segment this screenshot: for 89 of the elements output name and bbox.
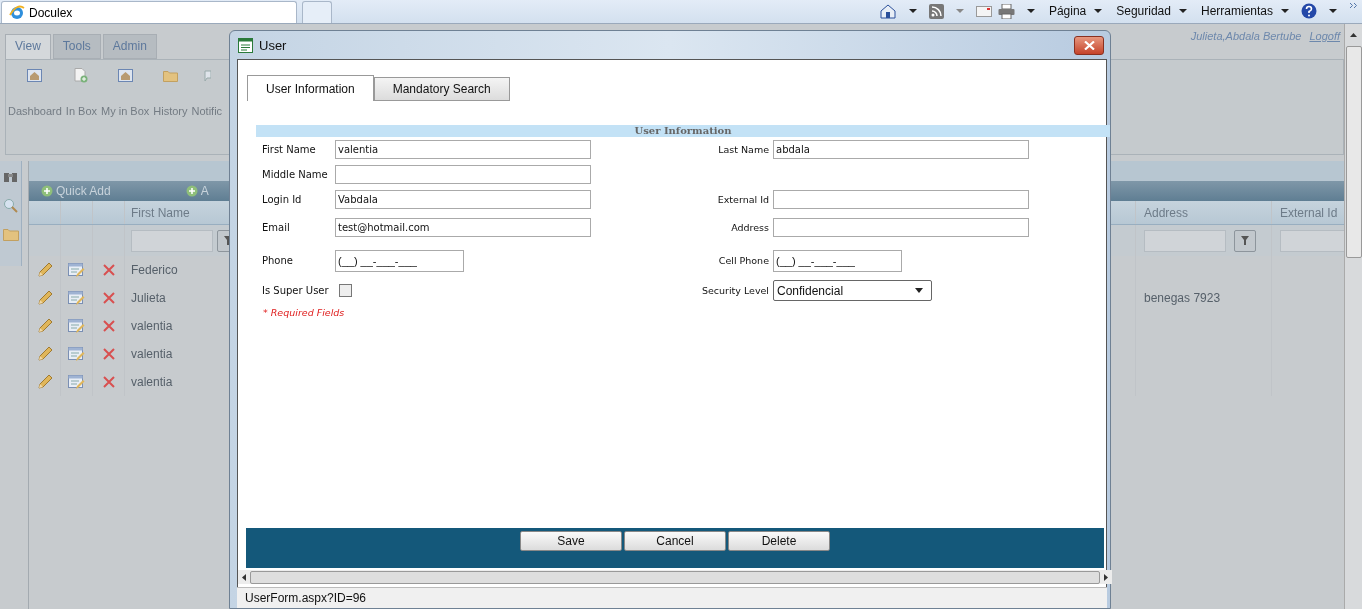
new-document-icon [74,68,89,83]
delete-icon[interactable] [102,292,115,304]
caret-icon[interactable] [908,9,917,13]
field-label: Security Level [700,285,770,296]
field-label: Last Name [717,144,770,155]
text-field[interactable]: abdala [773,140,1029,159]
text-field[interactable] [773,218,1029,237]
pencil-icon[interactable] [36,318,53,334]
field-label: Cell Phone [717,255,770,266]
filter-button[interactable] [1234,229,1256,252]
up-arrow-icon [1350,33,1357,37]
form-tab[interactable]: User Information [247,75,374,101]
text-field[interactable]: test@hotmail.com [335,218,591,237]
action-button[interactable]: Cancel [624,531,726,551]
security-level-dropdown[interactable]: Confidencial [773,280,932,301]
action-button[interactable]: Save [520,531,622,551]
chevron-icon[interactable] [1349,2,1358,9]
table-cell: benegas 7923 [1136,284,1272,312]
filter-icon [1241,236,1249,245]
form-edit-icon[interactable] [68,262,85,278]
dropdown-arrow-icon [915,288,923,293]
phone-field[interactable]: (__) __-___-___ [773,249,902,272]
vertical-scrollbar[interactable] [1344,24,1362,609]
folder-icon [162,69,178,82]
house-icon [27,69,43,82]
pencil-icon[interactable] [36,290,53,306]
command-menu[interactable]: Seguridad [1116,4,1171,18]
command-menu[interactable]: Página [1048,4,1087,18]
caret-icon[interactable] [1281,9,1289,13]
right-arrow-icon [1104,573,1108,581]
mail-icon[interactable] [975,5,992,17]
printer-icon[interactable] [997,3,1015,19]
form-icon [238,37,253,53]
text-field[interactable]: valentia [335,140,591,159]
field-label: Is Super User [262,285,330,296]
user-name: Julieta,Abdala Bertube [1190,30,1302,42]
filter-field[interactable] [1144,229,1226,252]
filter-field[interactable] [131,229,213,252]
field-label: Login Id [262,194,303,205]
form-edit-icon[interactable] [68,374,85,390]
home-icon[interactable] [878,3,897,19]
field-label: Address [730,222,770,233]
text-field[interactable] [773,190,1029,209]
caret-icon[interactable] [1329,9,1337,13]
speech-bubble-icon [202,69,211,82]
binoculars-icon[interactable] [3,170,18,183]
pencil-icon[interactable] [36,346,53,362]
checkbox[interactable] [339,284,352,297]
house-icon [117,69,133,82]
action-button[interactable]: Delete [728,531,830,551]
delete-icon[interactable] [102,264,115,276]
plus-circle-icon [185,185,198,197]
horizontal-scrollbar[interactable] [238,570,1112,584]
field-label: Email [262,222,291,233]
command-menu[interactable]: Herramientas [1200,4,1273,18]
field-label: First Name [262,144,317,155]
search-icon[interactable] [3,198,18,213]
text-field[interactable] [335,165,591,184]
form-edit-icon[interactable] [68,290,85,306]
delete-icon[interactable] [102,320,115,332]
section-header: User Information [256,125,1110,137]
form-tab[interactable]: Mandatory Search [373,77,510,101]
field-label: Middle Name [262,169,329,180]
text-field[interactable]: Vabdala [335,190,591,209]
form-edit-icon[interactable] [68,318,85,334]
caret-icon[interactable] [1026,9,1035,13]
rss-icon[interactable] [928,3,944,19]
close-button[interactable] [1074,35,1104,55]
close-icon [1083,40,1095,50]
plus-circle-icon [41,185,53,197]
filter-field[interactable] [1280,229,1344,252]
folder-icon[interactable] [2,228,19,241]
form-edit-icon[interactable] [68,346,85,362]
dialog-title: User [259,37,287,53]
browser-logo-icon [9,4,25,21]
browser-tab[interactable]: Doculex [1,1,297,23]
pencil-icon[interactable] [36,374,53,390]
pencil-icon[interactable] [36,262,53,278]
status-url: UserForm.aspx?ID=96 [245,591,367,605]
help-icon[interactable] [1301,3,1317,19]
delete-icon[interactable] [102,348,115,360]
caret-icon[interactable] [1178,9,1187,13]
caret-icon[interactable] [1094,9,1103,13]
field-label: External Id [716,194,770,205]
new-tab-button[interactable] [302,1,332,23]
field-label: Phone [262,255,294,266]
phone-field[interactable]: (__) __-___-___ [335,249,464,272]
left-arrow-icon [242,573,246,581]
delete-icon[interactable] [102,376,115,388]
